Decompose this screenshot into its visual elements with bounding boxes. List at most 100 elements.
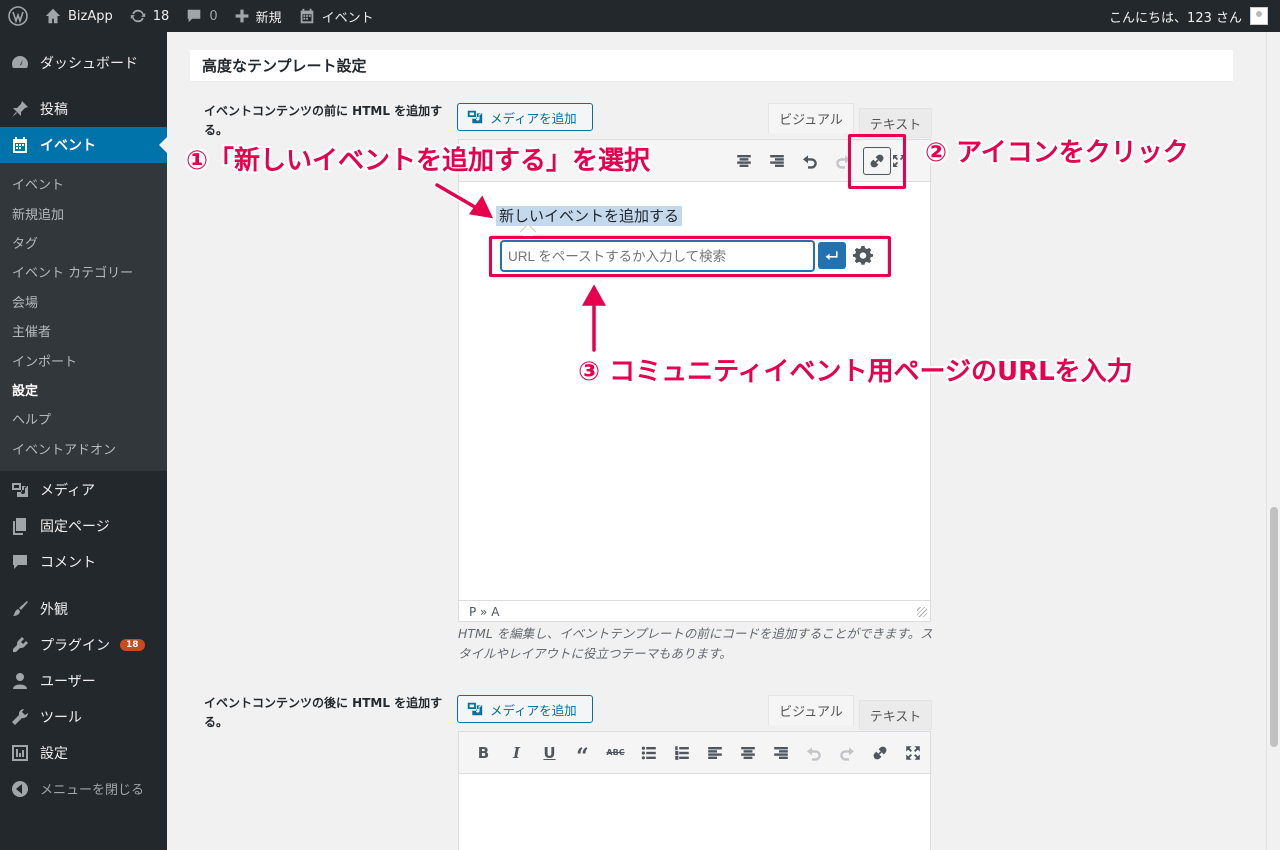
add-media-label: メディアを追加 [490,110,577,126]
settings-icon [10,743,30,763]
menu-pages[interactable]: 固定ページ [0,508,167,544]
section-title-text: 高度なテンプレート設定 [202,57,367,75]
avatar [1250,7,1268,25]
underline-icon[interactable]: U [533,739,566,767]
media-icon [467,110,483,124]
undo-icon[interactable] [793,147,826,175]
submenu-item[interactable]: タグ [0,228,167,257]
resize-handle-icon[interactable] [917,606,927,617]
menu-label: コメント [40,554,96,571]
submenu-item[interactable]: イベント カテゴリー [0,257,167,286]
blockquote-icon[interactable]: “ [566,739,599,770]
editor2-toolbar: B I U “ ABC [459,732,930,774]
selected-link-text[interactable]: 新しいイベントを追加する [496,206,683,226]
annotation-step2: ② アイコンをクリック [925,138,1189,168]
menu-label: メディア [40,482,96,499]
submenu-item[interactable]: イベント [0,169,167,198]
editor2-label: イベントコンテンツの後に HTML を追加する。 [204,696,443,729]
annotation-box-url-field [489,236,891,277]
tab-visual[interactable]: ビジュアル [768,103,854,133]
italic-icon[interactable]: I [500,739,533,767]
editor2-area[interactable]: B I U “ ABC [458,731,931,850]
event-label: イベント [321,10,374,26]
wp-logo-menu[interactable] [0,0,36,32]
event-menu[interactable]: イベント [290,0,382,32]
admin-sidebar: ダッシュボード 投稿 イベント イベント 新規追加 タグ イベント カテゴリー … [0,32,167,850]
bullet-list-icon[interactable] [632,739,665,767]
home-icon [45,8,61,24]
plugins-update-badge: 18 [120,638,145,651]
section-title: 高度なテンプレート設定 [190,50,1233,82]
comment-icon [10,552,30,572]
tab-text-label: テキスト [869,709,922,725]
site-name-menu[interactable]: BizApp [36,0,121,32]
comment-icon [188,9,201,23]
new-content-menu[interactable]: 新規 [226,0,290,32]
add-media-button-2[interactable]: メディアを追加 [457,695,593,723]
align-right-icon[interactable] [760,147,793,175]
updates-menu[interactable]: 18 [121,0,178,32]
menu-tools[interactable]: ツール [0,699,167,735]
undo-icon[interactable] [797,739,830,767]
align-center-icon[interactable] [731,739,764,767]
dashboard-icon [10,53,30,73]
admin-bar: BizApp 18 0 新規 イベント こんにちは、123 さん [0,0,1280,32]
bold-icon[interactable]: B [467,739,500,767]
annotation-step3: ③ コミュニティイベント用ページのURLを入力 [578,357,1133,387]
menu-comments[interactable]: コメント [0,544,167,580]
add-media-button[interactable]: メディアを追加 [457,103,593,131]
my-account-menu[interactable]: こんにちは、123 さん [1101,0,1280,32]
align-left-icon[interactable] [698,739,731,767]
annotation-box-link-icon [848,134,906,189]
align-right-icon[interactable] [764,739,797,767]
tab-visual-label: ビジュアル [779,705,843,720]
fullscreen-icon[interactable] [896,739,929,767]
menu-settings[interactable]: 設定 [0,735,167,771]
submenu-item[interactable]: 主催者 [0,316,167,345]
menu-label: ダッシュボード [40,56,138,72]
submenu-item[interactable]: インポート [0,345,167,374]
submenu-item[interactable]: ヘルプ [0,404,167,433]
media-icon [467,702,483,716]
wrench-icon [10,707,30,727]
calendar-icon [10,135,30,155]
tab-text-2[interactable]: テキスト [859,700,932,730]
menu-events[interactable]: イベント [0,127,167,163]
updates-icon [130,9,145,23]
pin-icon [10,99,30,119]
menu-dashboard[interactable]: ダッシュボード [0,45,167,81]
menu-plugins[interactable]: プラグイン 18 [0,627,167,663]
menu-label: 外観 [40,601,68,618]
editor1-statusbar: P » A [459,600,930,622]
element-path[interactable]: P » A [469,605,499,619]
scrollbar-thumb[interactable] [1270,507,1278,747]
insert-link-icon[interactable] [863,739,896,767]
menu-posts[interactable]: 投稿 [0,91,167,127]
align-center-icon[interactable] [727,147,760,175]
plus-icon [235,9,248,23]
comments-menu[interactable]: 0 [177,0,225,32]
menu-label: ユーザー [40,673,96,690]
tab-visual-2[interactable]: ビジュアル [768,695,854,725]
submenu-item[interactable]: 新規追加 [0,198,167,227]
tab-visual-label: ビジュアル [779,113,843,128]
menu-label: メニューを閉じる [40,783,145,799]
submenu-item[interactable]: イベントアドオン [0,434,167,463]
redo-icon[interactable] [830,739,863,767]
menu-label: 固定ページ [40,518,110,535]
calendar-icon [300,8,313,24]
page-scrollbar[interactable] [1266,32,1280,850]
editor1-description: HTML を編集し、イベントテンプレートの前にコードを追加することができます。ス… [458,626,933,661]
site-name: BizApp [68,8,113,24]
submenu-item[interactable]: 会場 [0,287,167,316]
menu-media[interactable]: メディア [0,472,167,508]
menu-appearance[interactable]: 外観 [0,591,167,627]
editor1-label: イベントコンテンツの前に HTML を追加する。 [204,104,443,137]
comments-count: 0 [209,8,218,24]
wordpress-icon [8,6,28,26]
strikethrough-icon[interactable]: ABC [599,739,632,767]
collapse-menu-button[interactable]: メニューを閉じる [0,771,167,807]
menu-users[interactable]: ユーザー [0,663,167,699]
numbered-list-icon[interactable] [665,739,698,767]
submenu-item-settings[interactable]: 設定 [0,375,167,404]
